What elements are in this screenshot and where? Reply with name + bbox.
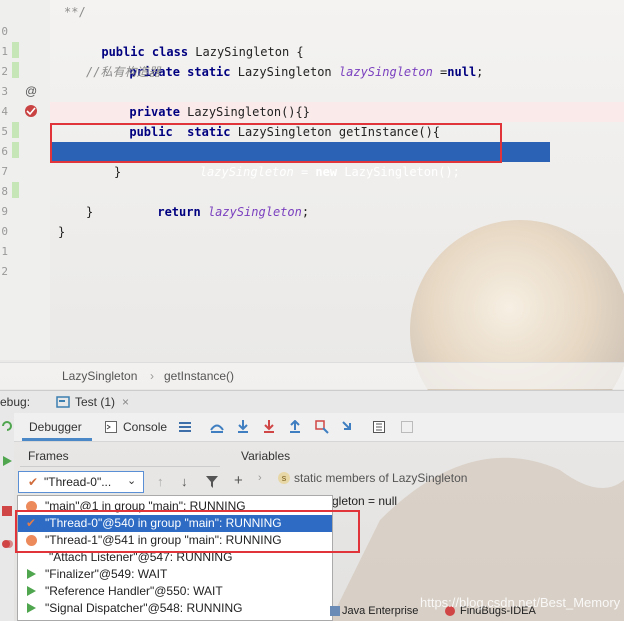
line-number: 1: [1, 45, 8, 58]
rerun-icon[interactable]: [1, 420, 13, 432]
tab-console[interactable]: Console: [123, 420, 167, 434]
run-tab[interactable]: Test (1): [75, 391, 115, 413]
evaluate-expression-icon[interactable]: [373, 421, 385, 433]
code-line: }: [86, 205, 94, 219]
thread-row[interactable]: "Signal Dispatcher"@548: RUNNING: [18, 600, 332, 617]
line-number: 7: [1, 165, 8, 178]
ide-window: 0 1 2 3 4 5 6 7 8 9 0 1 2 @ **/ public class LazySin…: [0, 0, 624, 621]
breadcrumb: LazySingleton › getInstance(): [0, 362, 624, 389]
step-out-icon[interactable]: [289, 420, 301, 434]
variable-value-row[interactable]: gleton = null: [332, 494, 397, 508]
chevron-down-icon: ⌄: [127, 475, 137, 487]
console-icon: [105, 421, 117, 433]
thread-waiting-icon: [27, 586, 36, 596]
frames-underline: [20, 466, 220, 467]
line-number: 1: [1, 245, 8, 258]
expand-icon[interactable]: ›: [258, 472, 262, 484]
frames-label[interactable]: Frames: [28, 445, 69, 467]
change-marker: [12, 122, 19, 138]
show-execution-point-icon[interactable]: [210, 420, 224, 434]
status-bar: Java Enterprise FindBugs-IDEA https://bl…: [330, 595, 624, 621]
line-number: 0: [1, 225, 8, 238]
thread-selector[interactable]: ✔ "Thread-0"... ⌄: [18, 471, 144, 493]
line-number: 2: [1, 65, 8, 78]
thread-row[interactable]: "Finalizer"@549: WAIT: [18, 566, 332, 583]
code-line: public class LazySingleton {: [101, 45, 304, 59]
breadcrumb-separator: ›: [150, 369, 154, 383]
code-line: **/: [64, 5, 86, 19]
static-badge-icon: s: [278, 472, 290, 484]
debug-label: ebug:: [0, 395, 31, 409]
trace-icon: [401, 421, 413, 433]
code-editor[interactable]: **/ public class LazySingleton { private…: [50, 0, 624, 360]
debugger-toolbar: Debugger Console: [0, 413, 624, 442]
menu-icon[interactable]: [179, 421, 191, 433]
line-number: 4: [1, 105, 8, 118]
line-number: 0: [1, 25, 8, 38]
frames-variables-header: Frames Variables: [20, 445, 620, 467]
step-into-icon[interactable]: [263, 420, 275, 434]
tab-debugger[interactable]: Debugger: [29, 420, 82, 434]
line-number: 8: [1, 185, 8, 198]
code-line: private LazySingleton(){}: [129, 105, 310, 119]
check-icon: ✔: [28, 475, 39, 489]
code-line: private static LazySingleton lazySinglet…: [129, 65, 484, 79]
add-watch-icon[interactable]: +: [234, 472, 243, 489]
view-breakpoints-icon[interactable]: [1, 538, 13, 550]
line-number: 6: [1, 145, 8, 158]
highlight-box-code: [50, 123, 502, 163]
change-marker: [12, 182, 19, 198]
line-number: 3: [1, 85, 8, 98]
highlight-box-threads: [15, 510, 360, 553]
line-number: 9: [1, 205, 8, 218]
code-line: }: [114, 165, 122, 179]
test-run-icon: [56, 396, 70, 408]
code-line: public static LazySingleton getInstance(…: [129, 125, 441, 139]
change-marker: [12, 142, 19, 158]
variables-label[interactable]: Variables: [241, 445, 290, 467]
override-marker-icon[interactable]: @: [25, 84, 37, 98]
thread-selector-value: "Thread-0"...: [44, 475, 112, 489]
watermark: https://blog.csdn.net/Best_Memory: [420, 595, 621, 610]
close-icon[interactable]: ×: [122, 391, 129, 413]
run-to-cursor-icon[interactable]: [342, 420, 356, 434]
thread-waiting-icon: [27, 569, 36, 579]
line-number: 2: [1, 265, 8, 278]
variable-static-members[interactable]: static members of LazySingleton: [294, 471, 467, 485]
step-over-icon[interactable]: [237, 420, 249, 434]
line-number: 5: [1, 125, 8, 138]
up-arrow-icon[interactable]: ↑: [157, 474, 164, 489]
filter-icon[interactable]: [206, 476, 218, 488]
breadcrumb-method[interactable]: getInstance(): [164, 363, 234, 389]
code-line: }: [58, 225, 66, 239]
breadcrumb-class[interactable]: LazySingleton: [62, 363, 137, 389]
down-arrow-icon[interactable]: ↓: [181, 474, 188, 489]
debug-side-toolbar: [0, 413, 14, 621]
code-comment: //私有构造器: [86, 65, 161, 79]
change-marker: [12, 62, 19, 78]
code-line: return lazySingleton;: [157, 205, 310, 219]
drop-frame-icon[interactable]: [315, 420, 329, 434]
stop-icon[interactable]: [1, 505, 13, 517]
java-enterprise-tab[interactable]: Java Enterprise: [342, 601, 418, 621]
thread-waiting-icon: [27, 603, 36, 613]
change-marker: [12, 42, 19, 58]
resume-icon[interactable]: [1, 455, 13, 467]
thread-row[interactable]: "Reference Handler"@550: WAIT: [18, 583, 332, 600]
debug-toolwindow-header: ebug: Test (1) ×: [0, 390, 624, 413]
tab-debugger-underline: [22, 438, 92, 441]
breakpoint-icon[interactable]: [24, 104, 38, 118]
java-enterprise-icon: [330, 606, 340, 616]
